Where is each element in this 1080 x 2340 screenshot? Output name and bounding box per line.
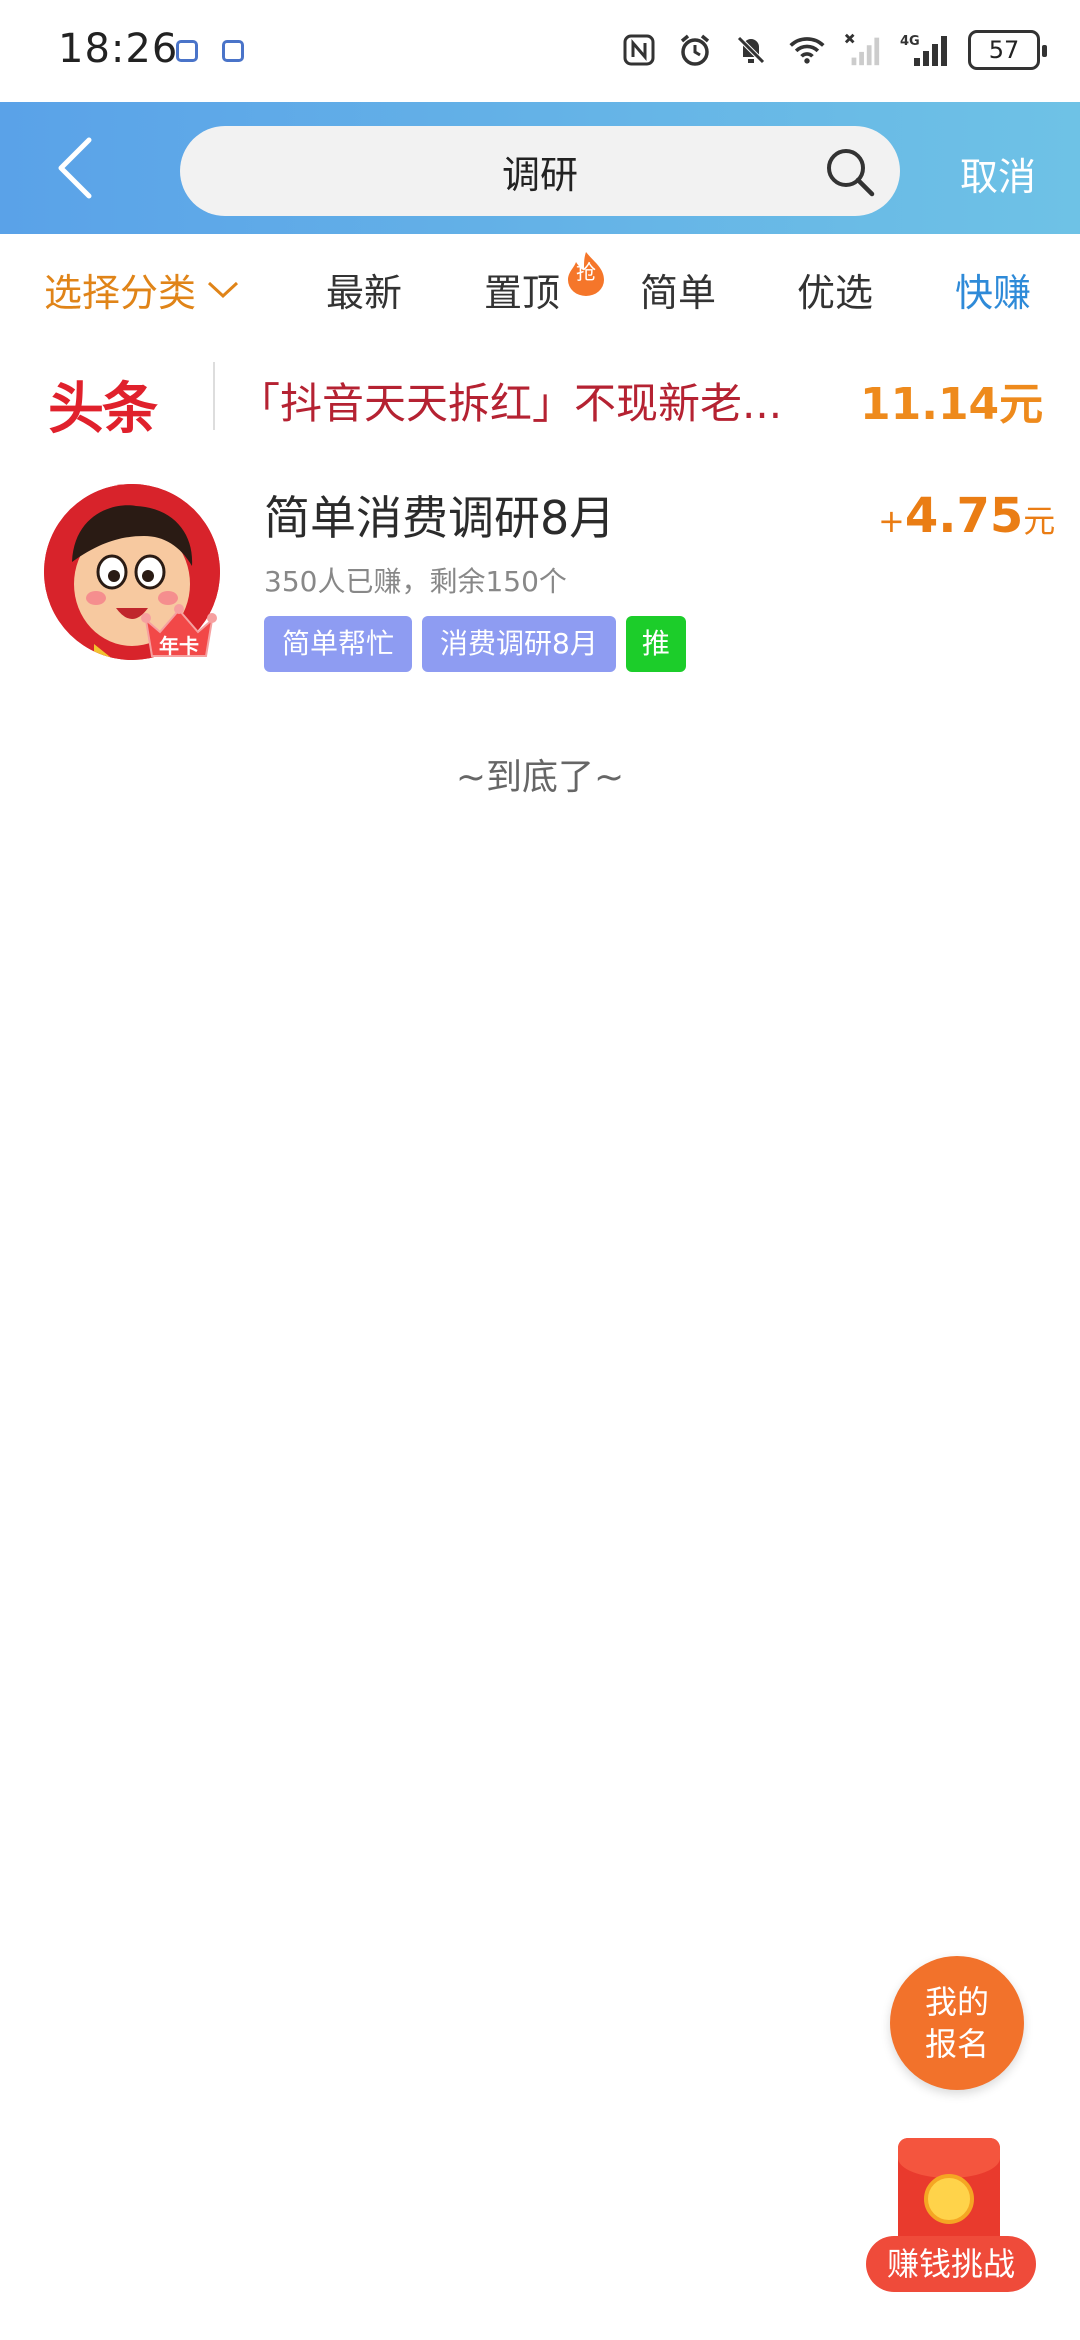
hot-badge-label: 抢 [576, 260, 596, 284]
reward-amount: 4.75 [904, 488, 1024, 544]
earn-challenge-button[interactable]: 赚钱挑战 [866, 2138, 1036, 2296]
svg-text:4G: 4G [900, 34, 920, 49]
headline-divider [213, 362, 215, 430]
reward-plus: + [878, 502, 905, 540]
status-bar: 18:26 4G 57 [0, 0, 1080, 102]
headline-price: 11.14元 [860, 379, 1044, 430]
search-header: 取消 [0, 102, 1080, 234]
hot-flame-badge: 抢 [564, 250, 608, 296]
category-select-label: 选择分类 [44, 271, 197, 315]
tab-preferred[interactable]: 优选 [797, 262, 873, 317]
task-tags: 简单帮忙 消费调研8月 推 [264, 616, 686, 672]
nfc-icon [620, 31, 658, 69]
tab-pinned[interactable]: 置顶 [484, 262, 560, 317]
alarm-icon [676, 31, 714, 69]
status-time: 18:26 [58, 26, 179, 72]
chevron-down-icon [207, 281, 239, 298]
status-icons: 4G 57 [620, 28, 1047, 72]
notification-app-icon [176, 40, 198, 62]
task-meta: 350人已赚，剩余150个 [264, 565, 567, 598]
cancel-button[interactable]: 取消 [960, 146, 1036, 201]
category-tabs: 选择分类 最新 置顶 简单 优选 快赚 [0, 234, 1080, 342]
category-select-dropdown[interactable]: 选择分类 [44, 262, 240, 317]
tag-consumer-survey: 消费调研8月 [422, 616, 616, 672]
search-box [180, 126, 900, 216]
task-title: 简单消费调研8月 [264, 491, 616, 545]
vip-badge-label: 年卡 [159, 634, 199, 658]
headline-banner[interactable]: 头条 「抖音天天拆红」不现新老... 11.14元 [0, 342, 1080, 452]
my-signup-line2: 报名 [924, 2025, 989, 2063]
my-signup-button[interactable]: 我的 报名 [890, 1956, 1024, 2090]
notification-sync-icon [222, 40, 244, 62]
signal-off-icon [844, 31, 882, 69]
wifi-icon [788, 31, 826, 69]
tag-simple-help: 简单帮忙 [264, 616, 413, 672]
headline-logo: 头条 [48, 377, 158, 442]
reward-unit: 元 [1023, 502, 1056, 540]
search-input[interactable] [180, 126, 900, 216]
tab-quick-earn[interactable]: 快赚 [955, 262, 1031, 317]
chevron-left-icon [58, 137, 92, 199]
tag-recommended: 推 [625, 616, 686, 672]
list-end-text: ~到底了~ [455, 757, 625, 798]
task-reward: +4.75元 [878, 488, 1055, 544]
signal-4g-icon: 4G [900, 31, 950, 69]
earn-challenge-label: 赚钱挑战 [866, 2236, 1036, 2292]
back-button[interactable] [40, 132, 110, 204]
mute-icon [732, 31, 770, 69]
tab-newest[interactable]: 最新 [326, 262, 402, 317]
tab-simple[interactable]: 简单 [640, 262, 716, 317]
coin-icon [924, 2174, 974, 2224]
search-icon[interactable] [824, 146, 876, 198]
list-item[interactable]: 年卡 简单消费调研8月 350人已赚，剩余150个 +4.75元 简单帮忙 消费… [0, 452, 1080, 692]
headline-text: 「抖音天天拆红」不现新老... [238, 379, 783, 428]
vip-annual-badge: 年卡 [140, 602, 218, 664]
my-signup-line1: 我的 [924, 1983, 989, 2021]
battery-indicator: 57 [968, 30, 1047, 70]
